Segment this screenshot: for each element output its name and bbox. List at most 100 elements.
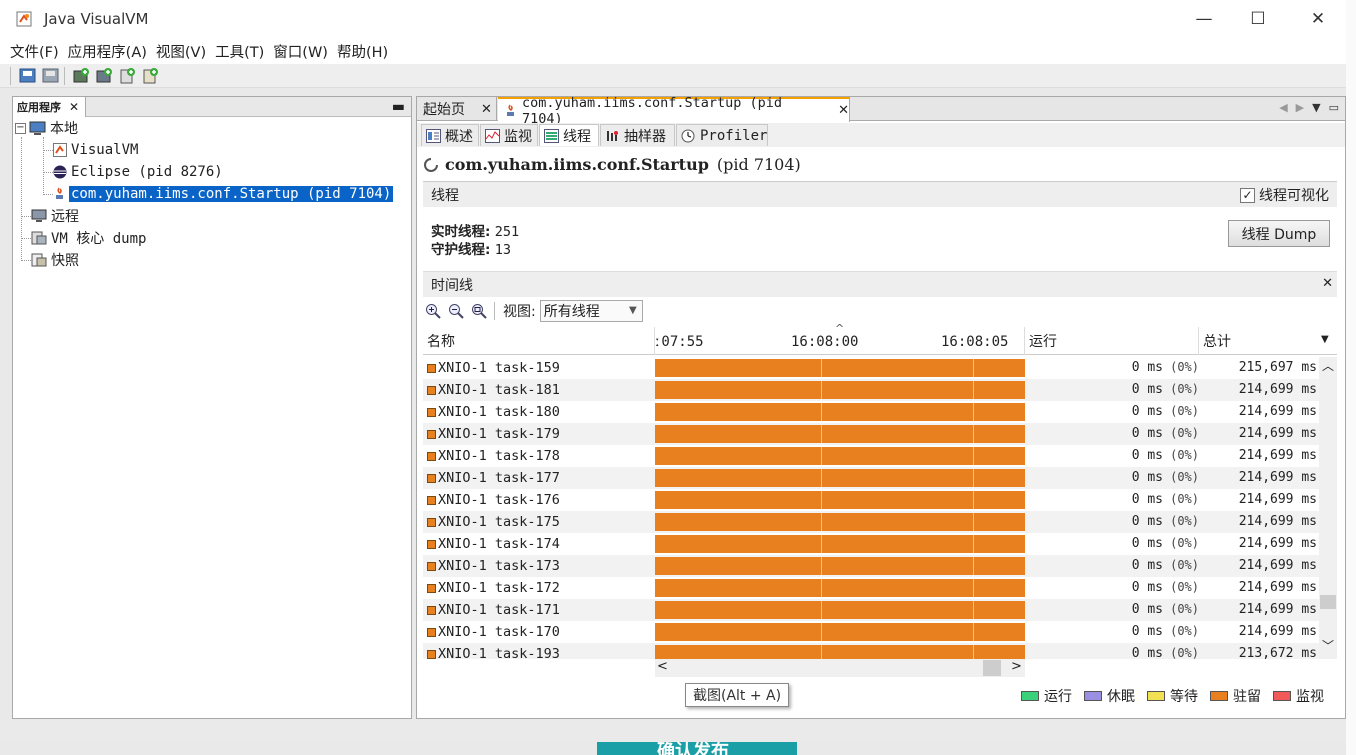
checkbox-checked-icon[interactable]: ✓ xyxy=(1240,187,1255,203)
confirm-publish-label: 确认发布 xyxy=(657,742,729,755)
add-jmx-connection-icon[interactable] xyxy=(72,66,91,85)
thread-visualization-checkbox[interactable]: ✓ 线程可视化 xyxy=(1240,185,1329,205)
thread-run-time: 0 ms xyxy=(1131,514,1163,529)
tab-list-dropdown-icon[interactable]: ▼ xyxy=(1312,101,1320,114)
thread-timeline-bar xyxy=(655,513,1025,535)
add-core-dump-icon[interactable] xyxy=(118,66,137,85)
thread-row[interactable]: XNIO-1 task-193 0 ms (0%) 213,672 ms xyxy=(423,643,1321,659)
thread-name: XNIO-1 task-177 xyxy=(438,470,560,486)
applications-tab[interactable]: 应用程序 ✕ xyxy=(13,97,87,117)
save-icon[interactable] xyxy=(41,66,60,85)
vertical-scrollbar[interactable]: ︿ ﹀ xyxy=(1319,357,1337,659)
subtab-threads[interactable]: 线程 xyxy=(539,124,599,146)
scroll-tabs-right-icon[interactable]: ▶ xyxy=(1296,101,1304,114)
view-filter-select[interactable]: 所有线程 ▼ xyxy=(539,300,643,322)
screenshot-tooltip: 截图(Alt + A) xyxy=(685,683,790,707)
thread-timeline-bar xyxy=(655,403,1025,425)
menu-bar: 文件(F) 应用程序(A) 视图(V) 工具(T) 窗口(W) 帮助(H) xyxy=(0,38,1346,64)
tree-connector xyxy=(43,137,44,193)
vertical-scroll-thumb[interactable] xyxy=(1320,595,1336,609)
close-tab-icon[interactable]: ✕ xyxy=(481,102,492,117)
minimize-panel-icon[interactable]: ▬ xyxy=(392,99,405,115)
thread-row[interactable]: XNIO-1 task-174 0 ms (0%) 214,699 ms xyxy=(423,533,1321,557)
thread-row[interactable]: XNIO-1 task-176 0 ms (0%) 214,699 ms xyxy=(423,489,1321,513)
add-remote-host-icon[interactable] xyxy=(95,66,114,85)
thread-row[interactable]: XNIO-1 task-175 0 ms (0%) 214,699 ms xyxy=(423,511,1321,535)
tab-start-page[interactable]: 起始页 ✕ xyxy=(417,97,497,121)
thread-row[interactable]: XNIO-1 task-178 0 ms (0%) 214,699 ms xyxy=(423,445,1321,469)
zoom-fit-icon[interactable] xyxy=(469,301,489,321)
threads-section-label: 线程 xyxy=(431,187,459,204)
collapse-icon[interactable]: − xyxy=(15,122,26,134)
column-header-name[interactable]: 名称 xyxy=(423,327,655,355)
zoom-in-icon[interactable] xyxy=(423,301,443,321)
thread-dump-button[interactable]: 线程 Dump xyxy=(1228,220,1330,247)
thread-state-swatch xyxy=(427,649,436,659)
scroll-right-icon[interactable]: > xyxy=(1011,659,1022,674)
horizontal-scroll-thumb[interactable] xyxy=(983,660,1001,676)
subtab-monitor[interactable]: 监视 xyxy=(480,124,538,146)
column-header-run[interactable]: 运行 xyxy=(1025,327,1199,355)
column-chooser-icon[interactable]: ▼ xyxy=(1321,334,1329,345)
timeline-gridline xyxy=(973,359,974,381)
close-tab-icon[interactable]: ✕ xyxy=(838,103,849,118)
tree-node-coredump[interactable]: VM 核心 dump xyxy=(31,228,146,248)
timeline-gridline xyxy=(973,645,974,659)
thread-run-percent: (0%) xyxy=(1170,360,1199,374)
thread-timeline-bar xyxy=(655,645,1025,659)
tree-node-eclipse[interactable]: Eclipse (pid 8276) xyxy=(53,162,223,182)
maximize-button[interactable]: ☐ xyxy=(1229,0,1287,38)
tab-startup-process[interactable]: com.yuham.iims.conf.Startup (pid 7104) ✕ xyxy=(498,95,850,127)
thread-row[interactable]: XNIO-1 task-171 0 ms (0%) 214,699 ms xyxy=(423,599,1321,623)
scroll-up-icon[interactable]: ︿ xyxy=(1322,357,1334,374)
live-threads-value: 251 xyxy=(494,224,520,240)
thread-run-percent: (0%) xyxy=(1170,382,1199,396)
thread-row[interactable]: XNIO-1 task-159 0 ms (0%) 215,697 ms xyxy=(423,357,1321,381)
tree-node-visualvm[interactable]: VisualVM xyxy=(53,140,138,160)
load-snapshot-icon[interactable] xyxy=(18,66,37,85)
thread-row[interactable]: XNIO-1 task-181 0 ms (0%) 214,699 ms xyxy=(423,379,1321,403)
java-cup-icon xyxy=(56,187,63,199)
close-applications-tab-icon[interactable]: ✕ xyxy=(69,100,79,114)
menu-file[interactable]: 文件(F) xyxy=(6,41,63,62)
column-header-total[interactable]: 总计 xyxy=(1199,327,1325,355)
scroll-left-icon[interactable]: < xyxy=(657,659,668,674)
column-header-timeline[interactable]: ː07:55 16:08:00 16:08:05 ^ xyxy=(653,322,1025,355)
scroll-down-icon[interactable]: ﹀ xyxy=(1322,637,1334,654)
menu-application[interactable]: 应用程序(A) xyxy=(64,41,151,62)
tree-node-remote[interactable]: 远程 xyxy=(31,206,79,226)
menu-tools[interactable]: 工具(T) xyxy=(211,41,268,62)
subtab-profiler[interactable]: Profiler xyxy=(676,124,768,146)
thread-row[interactable]: XNIO-1 task-180 0 ms (0%) 214,699 ms xyxy=(423,401,1321,425)
scroll-tabs-left-icon[interactable]: ◀ xyxy=(1279,101,1287,114)
thread-row[interactable]: XNIO-1 task-170 0 ms (0%) 214,699 ms xyxy=(423,621,1321,645)
thread-run-percent: (0%) xyxy=(1170,624,1199,638)
menu-window[interactable]: 窗口(W) xyxy=(269,41,332,62)
thread-row[interactable]: XNIO-1 task-177 0 ms (0%) 214,699 ms xyxy=(423,467,1321,491)
close-window-button[interactable]: ✕ xyxy=(1289,0,1347,38)
thread-name: XNIO-1 task-175 xyxy=(438,514,560,530)
add-snapshot-icon[interactable] xyxy=(141,66,160,85)
confirm-publish-button[interactable]: 确认发布 xyxy=(597,742,797,755)
subtab-sampler[interactable]: 抽样器 xyxy=(600,124,675,146)
zoom-out-icon[interactable] xyxy=(446,301,466,321)
horizontal-scrollbar[interactable]: < > xyxy=(655,659,1025,677)
toolbar-grip xyxy=(10,66,12,85)
thread-name: XNIO-1 task-193 xyxy=(438,646,560,659)
tree-connector xyxy=(21,238,31,239)
maximize-window-icon[interactable]: ▭ xyxy=(1329,101,1339,114)
thread-row[interactable]: XNIO-1 task-172 0 ms (0%) 214,699 ms xyxy=(423,577,1321,601)
subtab-overview[interactable]: 概述 xyxy=(421,124,479,146)
tab-start-page-label: 起始页 xyxy=(423,102,465,118)
tree-node-snapshot[interactable]: 快照 xyxy=(31,250,79,270)
close-timeline-icon[interactable]: ✕ xyxy=(1322,276,1333,291)
tree-node-startup[interactable]: com.yuham.iims.conf.Startup (pid 7104) xyxy=(53,184,394,204)
tree-node-local[interactable]: − 本地 xyxy=(15,118,78,138)
thread-name-cell: XNIO-1 task-193 xyxy=(427,646,560,659)
minimize-button[interactable]: — xyxy=(1175,0,1233,38)
timeline-tick: 16:08:00 xyxy=(791,334,859,350)
thread-row[interactable]: XNIO-1 task-179 0 ms (0%) 214,699 ms xyxy=(423,423,1321,447)
menu-view[interactable]: 视图(V) xyxy=(152,41,210,62)
menu-help[interactable]: 帮助(H) xyxy=(333,41,392,62)
thread-row[interactable]: XNIO-1 task-173 0 ms (0%) 214,699 ms xyxy=(423,555,1321,579)
